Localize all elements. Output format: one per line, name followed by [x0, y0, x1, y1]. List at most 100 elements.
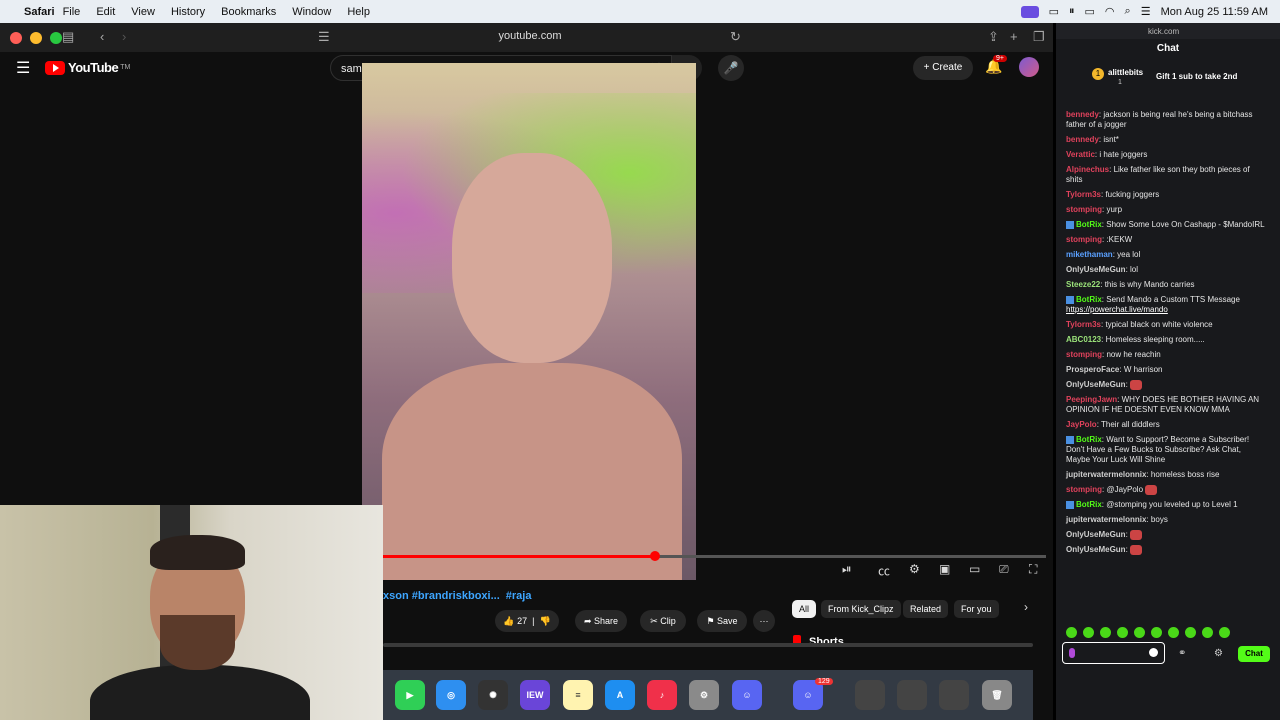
chat-username[interactable]: Steeze22: [1066, 280, 1100, 289]
chat-username[interactable]: JayPolo: [1066, 420, 1097, 429]
emoji-picker-icon[interactable]: [1149, 648, 1158, 657]
minimize-window-button[interactable]: [30, 31, 42, 44]
more-actions-button[interactable]: ···: [753, 610, 775, 632]
forward-icon[interactable]: ›: [122, 29, 126, 44]
discord-icon[interactable]: ☺: [732, 680, 762, 710]
video-hashtag[interactable]: #raja: [506, 590, 532, 602]
chat-username[interactable]: BotRix: [1076, 295, 1102, 304]
send-chat-button[interactable]: Chat: [1238, 646, 1270, 662]
notes-icon[interactable]: ≡: [563, 680, 593, 710]
chat-username[interactable]: stomping: [1066, 350, 1102, 359]
settings-gear-icon[interactable]: ⚙: [909, 562, 920, 576]
menu-file[interactable]: File: [63, 6, 81, 18]
pause-icon[interactable]: ⏸: [1069, 5, 1075, 18]
iew-app-icon[interactable]: IEW: [520, 680, 550, 710]
create-button[interactable]: + Create: [913, 56, 973, 80]
chips-next-icon[interactable]: ›: [1024, 600, 1028, 614]
emote-icon[interactable]: [1185, 627, 1196, 638]
chat-username[interactable]: jupiterwatermelonnix: [1066, 470, 1146, 479]
chat-username[interactable]: BotRix: [1076, 220, 1102, 229]
menubar-app-name[interactable]: Safari: [24, 6, 55, 18]
search-icon[interactable]: ⌕: [1125, 5, 1131, 18]
chat-username[interactable]: stomping: [1066, 205, 1102, 214]
facetime-icon[interactable]: ▶: [395, 680, 425, 710]
video-progress-bar[interactable]: [383, 551, 1046, 561]
voice-search-icon[interactable]: 🎤: [718, 55, 744, 81]
chat-username[interactable]: Alpinechus: [1066, 165, 1109, 174]
page-menu-icon[interactable]: ☰: [318, 29, 330, 45]
wifi-icon[interactable]: ◠: [1105, 5, 1115, 18]
fullscreen-icon[interactable]: ⛶: [1029, 562, 1037, 577]
menu-edit[interactable]: Edit: [96, 6, 115, 18]
close-window-button[interactable]: [10, 31, 22, 44]
chatgpt-icon[interactable]: ✺: [478, 680, 508, 710]
emote-icon[interactable]: [1151, 627, 1162, 638]
video-title[interactable]: xson #brandriskboxi... #raja: [383, 590, 531, 602]
pinned-gift-banner[interactable]: 1 alittlebits 1 Gift 1 sub to take 2nd: [1062, 63, 1274, 91]
chat-username[interactable]: OnlyUseMeGun: [1066, 380, 1126, 389]
chat-username[interactable]: Tylorm3s: [1066, 190, 1101, 199]
share-button[interactable]: ➦ Share: [575, 610, 627, 632]
chat-settings-icon[interactable]: ⚙: [1214, 648, 1223, 659]
chat-username[interactable]: PeepingJawn: [1066, 395, 1117, 404]
video-progress-scrubber[interactable]: [649, 551, 660, 561]
chip-all[interactable]: All: [792, 600, 817, 618]
like-icon[interactable]: 👍: [503, 616, 514, 626]
reload-icon[interactable]: ↻: [730, 29, 741, 45]
youtube-logo[interactable]: YouTube TM: [45, 60, 130, 75]
window-thumbnail-icon[interactable]: [897, 680, 927, 710]
chat-username[interactable]: stomping: [1066, 235, 1102, 244]
sidebar-icon[interactable]: ▤: [62, 29, 74, 45]
datetime[interactable]: Mon Aug 25 11:59 AM: [1161, 6, 1268, 18]
chat-username[interactable]: OnlyUseMeGun: [1066, 265, 1126, 274]
miniplayer-icon[interactable]: ▣: [939, 562, 950, 576]
chat-username[interactable]: BotRix: [1076, 500, 1102, 509]
chip-from-kick-clipz[interactable]: From Kick_Clipz: [821, 600, 901, 618]
chat-input[interactable]: [1062, 642, 1165, 664]
share-icon[interactable]: ⇪: [988, 29, 999, 45]
zoom-window-button[interactable]: [50, 31, 62, 44]
menu-history[interactable]: History: [171, 6, 205, 18]
emote-icon[interactable]: [1117, 627, 1128, 638]
battery-icon[interactable]: ▭: [1085, 5, 1095, 18]
save-button[interactable]: ⚑ Save: [697, 610, 747, 632]
theater-mode-icon[interactable]: ▭: [969, 562, 980, 576]
new-tab-icon[interactable]: +: [1010, 29, 1018, 44]
chat-username[interactable]: OnlyUseMeGun: [1066, 530, 1126, 539]
chat-username[interactable]: ABC0123: [1066, 335, 1101, 344]
window-thumbnail-icon[interactable]: [855, 680, 885, 710]
menu-view[interactable]: View: [131, 6, 155, 18]
system-settings-icon[interactable]: ⚙: [689, 680, 719, 710]
video-player[interactable]: [362, 63, 696, 580]
chat-username[interactable]: stomping: [1066, 485, 1102, 494]
cast-icon[interactable]: ⎚: [999, 562, 1009, 577]
app-store-icon[interactable]: A: [605, 680, 635, 710]
chat-username[interactable]: Tylorm3s: [1066, 320, 1101, 329]
trash-icon[interactable]: 🗑: [982, 680, 1012, 710]
screen-record-icon[interactable]: [1020, 5, 1039, 18]
chat-username[interactable]: BotRix: [1076, 435, 1102, 444]
chat-username[interactable]: ProsperoFace: [1066, 365, 1119, 374]
back-icon[interactable]: ‹: [100, 29, 104, 44]
chat-extras-icon[interactable]: ⚭: [1178, 648, 1186, 659]
chat-username[interactable]: mikethaman: [1066, 250, 1113, 259]
emote-icon[interactable]: [1219, 627, 1230, 638]
chip-for-you[interactable]: For you: [954, 600, 999, 618]
autoplay-toggle-icon[interactable]: ⏯: [842, 562, 852, 577]
dislike-icon[interactable]: 👎: [539, 616, 550, 626]
chat-username[interactable]: bennedy: [1066, 110, 1099, 119]
music-icon[interactable]: ♪: [647, 680, 677, 710]
avatar[interactable]: [1019, 57, 1039, 77]
chat-link[interactable]: https://powerchat.live/mando: [1066, 305, 1168, 314]
gift-sub-text[interactable]: Gift 1 sub to take 2nd: [1156, 72, 1237, 81]
menu-help[interactable]: Help: [347, 6, 370, 18]
kick-address[interactable]: kick.com: [1148, 27, 1179, 36]
window-thumbnail-icon[interactable]: [939, 680, 969, 710]
emote-icon[interactable]: [1100, 627, 1111, 638]
emote-icon[interactable]: [1168, 627, 1179, 638]
safari-icon[interactable]: ◎: [436, 680, 466, 710]
emote-icon[interactable]: [1134, 627, 1145, 638]
clip-button[interactable]: ✂ Clip: [640, 610, 686, 632]
like-dislike-group[interactable]: 👍 27 | 👎: [495, 610, 559, 632]
page-horizontal-scrollbar[interactable]: [383, 643, 1033, 647]
